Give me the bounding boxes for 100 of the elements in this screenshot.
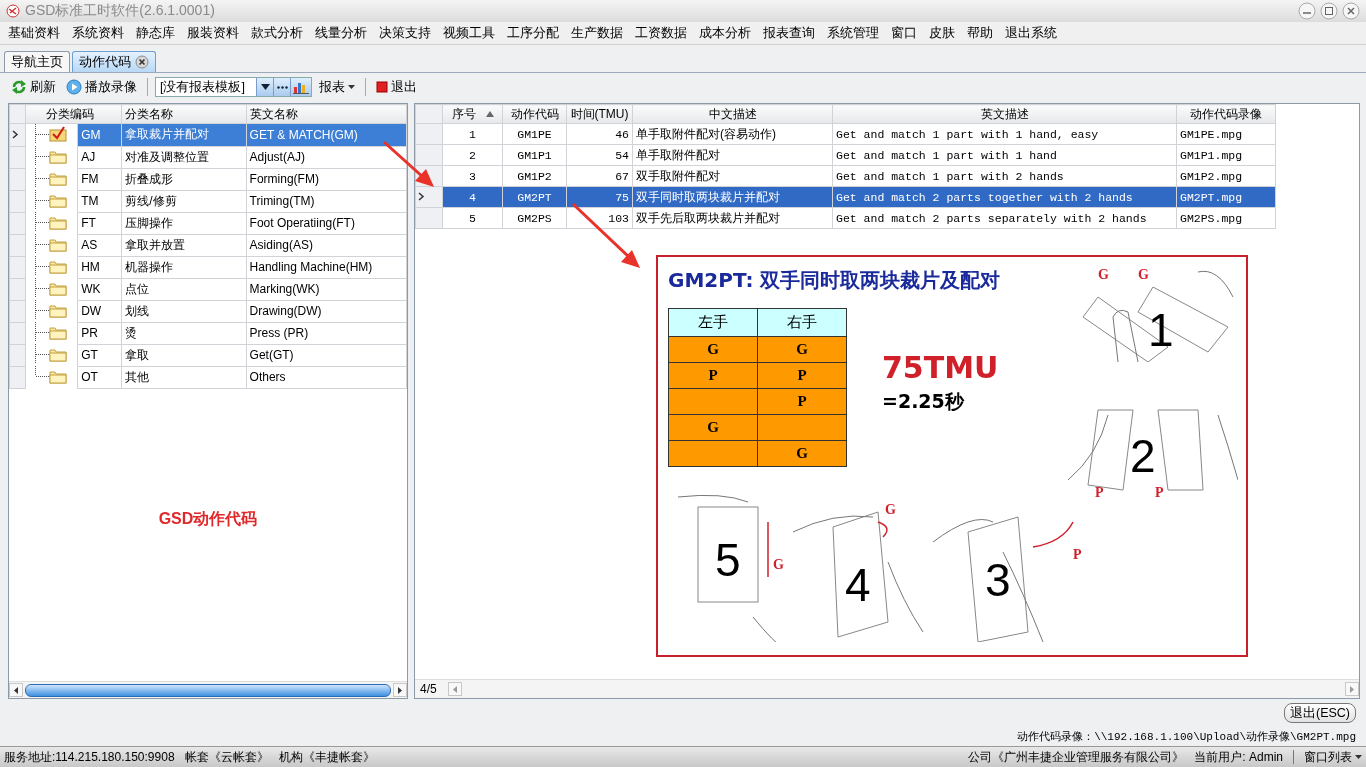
table-cell: 拿取并放置 xyxy=(121,234,247,256)
template-combo[interactable]: [没有报表模板] xyxy=(155,77,312,97)
menu-item[interactable]: 系统管理 xyxy=(821,24,885,42)
folder-icon xyxy=(49,217,67,230)
step-number: 3 xyxy=(985,557,1011,603)
table-cell: 双手先后取两块裁片并配对 xyxy=(632,207,833,229)
table-cell: 67 xyxy=(566,165,633,187)
table-cell: Press (PR) xyxy=(246,322,407,344)
window-list-menu[interactable]: 窗口列表 xyxy=(1304,748,1362,766)
table-cell: GM2PS xyxy=(502,207,567,229)
column-header: 时间(TMU) xyxy=(566,104,633,124)
folder-icon xyxy=(49,371,67,384)
scroll-left-button[interactable] xyxy=(9,683,23,697)
menu-item[interactable]: 服装资料 xyxy=(181,24,245,42)
folder-icon xyxy=(49,261,67,274)
motion-label: G xyxy=(885,502,896,518)
more-icon[interactable] xyxy=(276,85,288,89)
table-cell: 双手取附件配对 xyxy=(632,165,833,187)
menu-item[interactable]: 决策支持 xyxy=(373,24,437,42)
menu-item[interactable]: 生产数据 xyxy=(565,24,629,42)
minimize-button[interactable] xyxy=(1298,2,1316,20)
menu-item[interactable]: 视频工具 xyxy=(437,24,501,42)
panel-label: GSD动作代码 xyxy=(158,509,258,530)
column-header: 动作代码录像 xyxy=(1176,104,1276,124)
slide-title: GM2PT: 双手同时取两块裁片及配对 xyxy=(668,267,1001,294)
table-cell: GM1PE.mpg xyxy=(1176,123,1276,145)
menu-item[interactable]: 系统资料 xyxy=(66,24,130,42)
report-menu[interactable]: 报表 xyxy=(316,76,358,98)
table-cell: GT xyxy=(77,344,122,366)
table-cell: 双手同时取两块裁片并配对 xyxy=(632,186,833,208)
column-header: 动作代码 xyxy=(502,104,567,124)
checked-folder-icon xyxy=(49,126,67,142)
scrollbar-thumb[interactable] xyxy=(25,683,391,697)
table-cell: 压脚操作 xyxy=(121,212,247,234)
motion-label: G xyxy=(1098,267,1109,283)
current-row-icon xyxy=(418,192,425,201)
table-cell: 点位 xyxy=(121,278,247,300)
menu-item[interactable]: 报表查询 xyxy=(757,24,821,42)
table-cell: G xyxy=(668,414,758,441)
annotation-arrow xyxy=(383,140,434,187)
maximize-button[interactable] xyxy=(1320,2,1338,20)
menu-item[interactable]: 基础资料 xyxy=(2,24,66,42)
video-path: 动作代码录像：\\192.168.1.100\Upload\动作录像\GM2PT.mpg xyxy=(1017,730,1356,744)
tab[interactable]: 导航主页 xyxy=(4,51,70,72)
table-cell: GM1P1 xyxy=(502,144,567,166)
menu-item[interactable]: 工资数据 xyxy=(629,24,693,42)
table-cell: Handling Machine(HM) xyxy=(246,256,407,278)
tab[interactable]: 动作代码 xyxy=(72,51,156,72)
folder-icon xyxy=(49,151,67,164)
menu-item[interactable]: 款式分析 xyxy=(245,24,309,42)
table-cell: Get and match 1 part with 2 hands xyxy=(832,165,1177,187)
menu-item[interactable]: 帮助 xyxy=(961,24,999,42)
close-button[interactable] xyxy=(1342,2,1360,20)
step-number: 4 xyxy=(845,562,871,608)
step-number: 5 xyxy=(715,537,741,583)
table-cell: 拿取 xyxy=(121,344,247,366)
table-cell: 5 xyxy=(442,207,503,229)
motion-label: P xyxy=(1073,547,1082,563)
column-header: 右手 xyxy=(757,308,847,337)
arrow-right-icon xyxy=(398,686,402,694)
close-icon[interactable] xyxy=(135,55,149,69)
table-cell: 单手取附件配对 xyxy=(632,144,833,166)
play-button[interactable]: 播放录像 xyxy=(63,76,140,98)
table-cell: WK xyxy=(77,278,122,300)
menu-item[interactable]: 静态库 xyxy=(130,24,181,42)
play-icon xyxy=(66,79,82,95)
column-header: 英文描述 xyxy=(832,104,1177,124)
caret-icon xyxy=(348,85,355,89)
menu-item[interactable]: 窗口 xyxy=(885,24,923,42)
table-cell: AS xyxy=(77,234,122,256)
table-cell: Get and match 1 part with 1 hand xyxy=(832,144,1177,166)
table-cell: 机器操作 xyxy=(121,256,247,278)
menu-item[interactable]: 工序分配 xyxy=(501,24,565,42)
table-cell: 54 xyxy=(566,144,633,166)
folder-icon xyxy=(49,239,67,252)
motion-label: G xyxy=(773,557,784,573)
menu-item[interactable]: 成本分析 xyxy=(693,24,757,42)
table-cell: GM1P2 xyxy=(502,165,567,187)
folder-icon xyxy=(49,327,67,340)
seconds-value: =2.25秒 xyxy=(882,389,964,414)
caret-icon xyxy=(1355,755,1362,759)
menu-item[interactable]: 退出系统 xyxy=(999,24,1063,42)
exit-button[interactable]: 退出 xyxy=(373,76,420,98)
menu-item[interactable]: 皮肤 xyxy=(923,24,961,42)
table-cell: Foot Operatiing(FT) xyxy=(246,212,407,234)
refresh-button[interactable]: 刷新 xyxy=(8,76,59,98)
arrow-left-icon xyxy=(14,686,18,694)
scroll-right-button[interactable] xyxy=(393,683,407,697)
table-cell: 103 xyxy=(566,207,633,229)
table-cell: 折叠成形 xyxy=(121,168,247,190)
bar-chart-icon[interactable] xyxy=(293,80,309,94)
table-cell: G xyxy=(757,336,847,363)
table-cell: GM2PS.mpg xyxy=(1176,207,1276,229)
table-cell: P xyxy=(668,362,758,389)
exit-esc-button[interactable]: 退出(ESC) xyxy=(1283,703,1356,723)
table-cell: P xyxy=(757,388,847,415)
column-header: 英文名称 xyxy=(246,104,407,124)
column-header: 左手 xyxy=(668,308,758,337)
menu-item[interactable]: 线量分析 xyxy=(309,24,373,42)
table-cell: Drawing(DW) xyxy=(246,300,407,322)
